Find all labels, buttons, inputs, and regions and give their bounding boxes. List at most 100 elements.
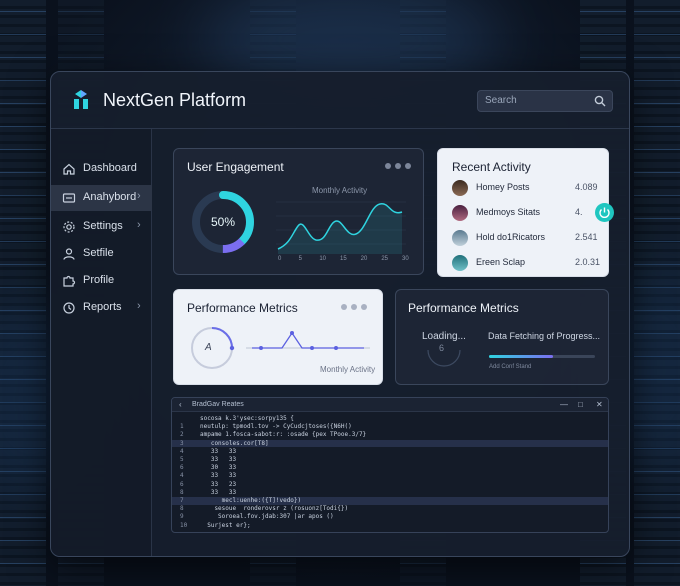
- line-number: 6: [180, 464, 184, 472]
- activity-name: Homey Posts: [476, 182, 530, 192]
- code-line: 6 33 23: [172, 481, 608, 489]
- code-line: 1 neutulp: tpmodl.tov -> CyCudcjtoses({N6…: [172, 423, 608, 431]
- loading-sub: 6: [439, 343, 445, 353]
- list-item[interactable]: Ereen Sclap 2.0.31: [452, 254, 600, 272]
- activity-name: Ereen Sclap: [476, 257, 526, 267]
- user-icon: [63, 248, 75, 260]
- x-tick-label: 0: [278, 256, 282, 262]
- recent-activity-card: Recent Activity Homey Posts 4.089 Medmoy…: [437, 148, 614, 277]
- minimize-icon[interactable]: —: [560, 400, 568, 409]
- activity-name: Medmoys Sitats: [476, 207, 541, 217]
- card-title: User Engagement: [187, 160, 284, 174]
- puzzle-icon: [63, 275, 76, 287]
- gear-icon: [63, 221, 75, 233]
- code-text: 30 33: [200, 464, 237, 472]
- code-line: 7 mecl:uenhe:({T]!vedo}): [172, 497, 608, 505]
- sidebar-item-profile[interactable]: Profile: [51, 268, 152, 294]
- code-text: sesoue ronderovsr z (rosuonz[Todi{}): [200, 505, 349, 513]
- chart-caption: Monthly Activity: [320, 365, 376, 374]
- close-icon[interactable]: ✕: [596, 400, 603, 409]
- sidebar: Dashboard Anahybord › Settings › Setfile: [51, 129, 152, 556]
- line-number: 6: [180, 480, 184, 488]
- line-number: 5: [180, 456, 184, 463]
- code-line: 3 consoles.cor[T8]: [172, 439, 608, 448]
- code-line: 2 ampame 1.fosca-sabot:r: :osade {pex TPo…: [172, 431, 608, 439]
- code-line: 9 Soroeal.fov.jdab:307 |ar apos (): [172, 513, 608, 521]
- code-line: 10 Surjest er};: [172, 522, 608, 530]
- x-axis-ticks: 0 5 10 15 20 25 30: [278, 256, 409, 266]
- clock-icon: [63, 302, 75, 314]
- avatar: [452, 230, 468, 246]
- terminal-header: ‹ BradGav Reates — □ ✕: [172, 398, 608, 412]
- progress-fill: [489, 355, 553, 358]
- sidebar-item-settings[interactable]: Settings ›: [51, 214, 152, 240]
- sidebar-item-label: Settings: [83, 220, 123, 232]
- code-line: 8 sesoue ronderovsr z (rosuonz[Todi{}): [172, 505, 608, 513]
- performance-metrics-card: Performance Metrics A Monthly Activity: [173, 289, 383, 385]
- code-text: Surjest er};: [200, 521, 251, 529]
- performance-ring: [191, 327, 235, 369]
- code-text: 33 33: [200, 472, 237, 480]
- line-number: 9: [180, 513, 184, 521]
- progress-label: Data Fetching of Progress...: [488, 331, 601, 341]
- code-editor[interactable]: socosa k.3'ysec:sorpy135 {1 neutulp: tpmo…: [172, 413, 608, 532]
- sidebar-item-label: Dashboard: [83, 162, 137, 174]
- sidebar-item-label: Profile: [83, 274, 115, 286]
- home-icon: [63, 163, 75, 175]
- list-item[interactable]: Homey Posts 4.089: [452, 179, 598, 197]
- activity-value: 2.541: [575, 232, 598, 242]
- more-options-icon[interactable]: [341, 304, 367, 310]
- loading-label: Loading...: [422, 331, 466, 342]
- code-line: 4 33 33: [172, 472, 608, 480]
- sidebar-item-anahybord[interactable]: Anahybord ›: [51, 185, 152, 211]
- code-line: 6 30 33: [172, 464, 608, 472]
- engagement-percent: 50%: [210, 215, 236, 229]
- list-item[interactable]: Hold do1Ricators 2.541: [452, 229, 598, 247]
- code-text: socosa k.3'ysec:sorpy135 {: [200, 415, 294, 422]
- x-tick-label: 25: [381, 256, 389, 262]
- app-window: NextGen Platform Search Dashboard Anahyb…: [50, 71, 630, 557]
- terminal-title: BradGav Reates: [192, 401, 244, 408]
- code-text: 33 33: [200, 488, 237, 496]
- code-line: socosa k.3'ysec:sorpy135 {: [172, 415, 608, 423]
- line-number: 1: [180, 423, 184, 431]
- search-input[interactable]: Search: [477, 90, 613, 112]
- chevron-right-icon: ›: [137, 300, 141, 312]
- code-line: 8 33 33: [172, 489, 608, 497]
- line-number: 4: [180, 472, 184, 480]
- chevron-right-icon: ›: [137, 219, 141, 231]
- sidebar-item-label: Setfile: [83, 247, 114, 259]
- maximize-icon[interactable]: □: [578, 400, 583, 409]
- x-tick-label: 15: [340, 256, 347, 262]
- line-number: 8: [180, 488, 184, 496]
- avatar: [452, 205, 468, 221]
- more-options-icon[interactable]: [385, 163, 411, 169]
- search-placeholder: Search: [485, 95, 517, 106]
- power-icon[interactable]: [595, 203, 614, 222]
- activity-name: Hold do1Ricators: [476, 232, 546, 242]
- line-number: 10: [180, 521, 188, 529]
- app-title: NextGen Platform: [103, 90, 247, 110]
- search-icon[interactable]: [594, 95, 606, 107]
- code-text: 33 33: [200, 447, 237, 455]
- code-terminal-panel[interactable]: ‹ BradGav Reates — □ ✕ socosa k.3'ysec:s…: [171, 397, 609, 533]
- chevron-left-icon[interactable]: ‹: [179, 400, 182, 409]
- list-item[interactable]: Medmoys Sitats 4.: [452, 203, 614, 222]
- progress-caption: Add Conf Stand: [489, 364, 532, 370]
- code-line: 5 33 33: [172, 456, 608, 464]
- sidebar-item-reports[interactable]: Reports ›: [51, 295, 152, 321]
- code-text: 33 23: [200, 480, 237, 488]
- performance-line-chart: [246, 331, 370, 350]
- code-text: consoles.cor[T8]: [200, 439, 269, 447]
- code-text: 33 33: [200, 456, 237, 463]
- code-text: ampame 1.fosca-sabot:r: :osade {pex TPoo…: [200, 431, 367, 439]
- x-tick-label: 20: [360, 256, 368, 262]
- code-line: 4 33 33: [172, 448, 608, 456]
- sidebar-item-dashboard[interactable]: Dashboard: [51, 156, 152, 182]
- avatar: [452, 255, 468, 271]
- activity-value: 4.089: [575, 182, 598, 192]
- x-tick-label: 10: [319, 256, 327, 262]
- code-text: Soroeal.fov.jdab:307 |ar apos (): [200, 513, 334, 521]
- avatar: [452, 180, 468, 196]
- sidebar-item-setfile[interactable]: Setfile: [51, 241, 152, 267]
